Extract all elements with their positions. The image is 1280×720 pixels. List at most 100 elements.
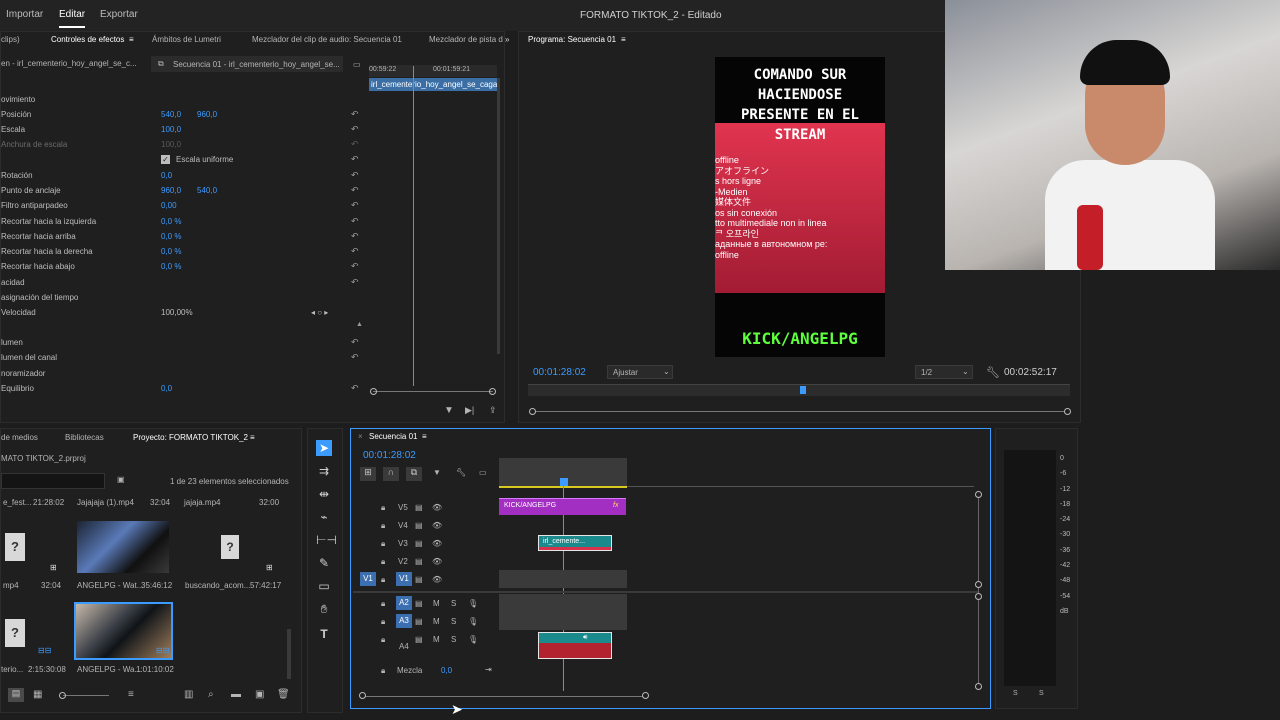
play-only-icon[interactable]: ▶| — [465, 405, 474, 416]
sort-icon[interactable]: ≡ — [128, 689, 134, 700]
reset-icon[interactable]: ↶ — [351, 216, 359, 227]
solo-right-button[interactable]: S — [1039, 690, 1044, 697]
sync-icon[interactable]: ▤ — [415, 617, 423, 626]
tab-project[interactable]: Proyecto: FORMATO TIKTOK_2 — [133, 433, 248, 442]
insert-sequence-icon[interactable]: ⊞ — [360, 467, 376, 481]
lock-icon[interactable]: 🔒︎ — [381, 521, 385, 531]
reset-icon[interactable]: ↶ — [351, 383, 359, 394]
track-target-a3[interactable]: A3 — [396, 614, 412, 628]
video-preview[interactable]: COMANDO SUR HACIENDOSE PRESENTE EN EL ST… — [715, 57, 885, 357]
sync-icon[interactable]: ▤ — [415, 557, 423, 566]
rectangle-icon[interactable]: ▭ — [316, 578, 332, 594]
zoom-handle-left[interactable] — [370, 388, 377, 395]
solo-button[interactable]: S — [451, 635, 456, 644]
mute-button[interactable]: M — [433, 599, 440, 608]
keyframe-nav-icon[interactable]: ◂ ○ ▸ — [311, 308, 328, 317]
sync-icon[interactable]: ▤ — [415, 539, 423, 548]
zoom-handle-left[interactable] — [359, 692, 366, 699]
lock-icon[interactable]: 🔒︎ — [381, 557, 385, 567]
zoom-scrollbar[interactable] — [373, 391, 493, 392]
reset-icon[interactable]: ↶ — [351, 200, 359, 211]
eye-icon[interactable]: 👁︎ — [432, 539, 442, 548]
reset-icon[interactable]: ↶ — [351, 170, 359, 181]
mini-ruler[interactable]: 00:59:22 00:01:59:21 — [369, 65, 497, 77]
menu-icon[interactable]: ≡ — [422, 432, 427, 441]
timeline-clip-kick[interactable]: KICK/ANGELPG fx — [499, 498, 626, 515]
program-timecode[interactable]: 00:01:28:02 — [533, 367, 586, 378]
eye-icon[interactable]: 👁︎ — [432, 503, 442, 512]
program-zoom-bar[interactable] — [532, 411, 1068, 412]
more-tabs-icon[interactable]: » — [505, 35, 509, 44]
lock-icon[interactable]: 🔒︎ — [381, 575, 385, 585]
type-tool-icon[interactable]: T — [316, 626, 332, 642]
reset-icon[interactable]: ↶ — [351, 261, 359, 272]
mini-playhead[interactable] — [413, 66, 414, 386]
file-icon[interactable]: ? — [5, 619, 25, 647]
search-input[interactable] — [1, 473, 105, 489]
trash-icon[interactable]: 🗑︎ — [277, 689, 290, 700]
timeline-playhead-handle[interactable] — [560, 478, 568, 486]
linked-selection-icon[interactable]: ⧉ — [406, 467, 422, 481]
collapse-icon[interactable]: ▲ — [356, 321, 363, 328]
program-title[interactable]: Programa: Secuencia 01 — [528, 35, 616, 44]
export-icon[interactable]: ⇪ — [489, 405, 497, 416]
horizontal-zoom-bar[interactable] — [363, 696, 646, 697]
solo-left-button[interactable]: S — [1013, 690, 1018, 697]
sync-icon[interactable]: ▤ — [415, 503, 423, 512]
reset-icon[interactable]: ↶ — [351, 109, 359, 120]
sync-icon[interactable]: ▤ — [415, 599, 423, 608]
fit-select[interactable]: Ajustar ⌄ — [607, 365, 673, 379]
track-target-a2[interactable]: A2 — [396, 596, 412, 610]
zoom-handle-audio[interactable] — [975, 593, 982, 600]
uniform-scale-checkbox[interactable]: ✓ — [161, 155, 170, 164]
source-patch-v1[interactable]: V1 — [360, 572, 376, 586]
snap-icon[interactable]: ∩ — [383, 467, 399, 481]
lock-icon[interactable]: 🔒︎ — [381, 666, 385, 676]
source-clip-selector[interactable]: en - irl_cementerio_hoy_angel_se_c... — [1, 54, 149, 72]
menu-icon[interactable]: ≡ — [250, 433, 255, 442]
lock-icon[interactable]: 🔒︎ — [381, 503, 385, 513]
selection-tool-icon[interactable]: ➤ — [316, 440, 332, 456]
effects-scrollbar[interactable] — [497, 78, 500, 354]
program-ruler[interactable] — [528, 384, 1070, 396]
tab-clips[interactable]: clips) — [1, 35, 20, 44]
microphone-icon[interactable]: 🎙︎ — [468, 599, 478, 608]
file-icon[interactable]: ? — [5, 533, 25, 561]
zoom-handle-right[interactable] — [642, 692, 649, 699]
new-item-icon[interactable]: ▣ — [255, 689, 264, 700]
vertical-zoom-bar[interactable] — [978, 495, 979, 687]
reset-icon[interactable]: ↶ — [351, 246, 359, 257]
go-to-end-icon[interactable]: ⇥ — [485, 665, 492, 674]
program-playhead[interactable] — [800, 386, 806, 394]
tab-libraries[interactable]: Bibliotecas — [65, 433, 104, 442]
solo-button[interactable]: S — [451, 599, 456, 608]
tab-track-mixer[interactable]: Mezclador de pista d — [429, 35, 503, 44]
hand-icon[interactable]: ✋︎ — [316, 601, 332, 617]
ripple-edit-icon[interactable]: ⇹ — [316, 486, 332, 502]
list-view-icon[interactable]: ▤ — [8, 688, 24, 702]
pen-icon[interactable]: ✎ — [316, 555, 332, 571]
zoom-handle-top[interactable] — [975, 491, 982, 498]
menu-icon[interactable]: ≡ — [621, 35, 626, 44]
zoom-handle-right[interactable] — [1064, 408, 1071, 415]
quality-select[interactable]: 1/2 ⌄ — [915, 365, 973, 379]
tab-lumetri[interactable]: Ámbitos de Lumetri — [152, 35, 221, 44]
zoom-slider[interactable] — [63, 695, 109, 696]
reset-icon[interactable]: ↶ — [351, 185, 359, 196]
new-bin-icon[interactable]: ▣ — [117, 475, 125, 484]
timeline-clip-irl-audio[interactable]: 🔊︎ — [538, 632, 612, 659]
tab-media-browser[interactable]: de medios — [1, 433, 38, 442]
zoom-handle-left[interactable] — [529, 408, 536, 415]
sync-icon[interactable]: ▤ — [415, 521, 423, 530]
tab-audio-mixer[interactable]: Mezclador del clip de audio: Secuencia 0… — [252, 35, 402, 44]
wrench-icon[interactable]: 🔧︎ — [986, 366, 1000, 379]
tab-effect-controls[interactable]: Controles de efectos — [51, 35, 124, 44]
timeline-title[interactable]: Secuencia 01 — [369, 432, 417, 441]
project-scrollbar[interactable] — [287, 629, 291, 679]
lock-icon[interactable]: 🔒︎ — [381, 539, 385, 549]
mute-button[interactable]: M — [433, 617, 440, 626]
sync-icon[interactable]: ▤ — [415, 635, 423, 644]
file-icon[interactable]: ? — [221, 535, 239, 559]
sequence-clip-selector[interactable]: ⧉ Secuencia 01 - irl_cementerio_hoy_ange… — [151, 56, 343, 72]
reset-icon[interactable]: ↶ — [351, 352, 359, 363]
